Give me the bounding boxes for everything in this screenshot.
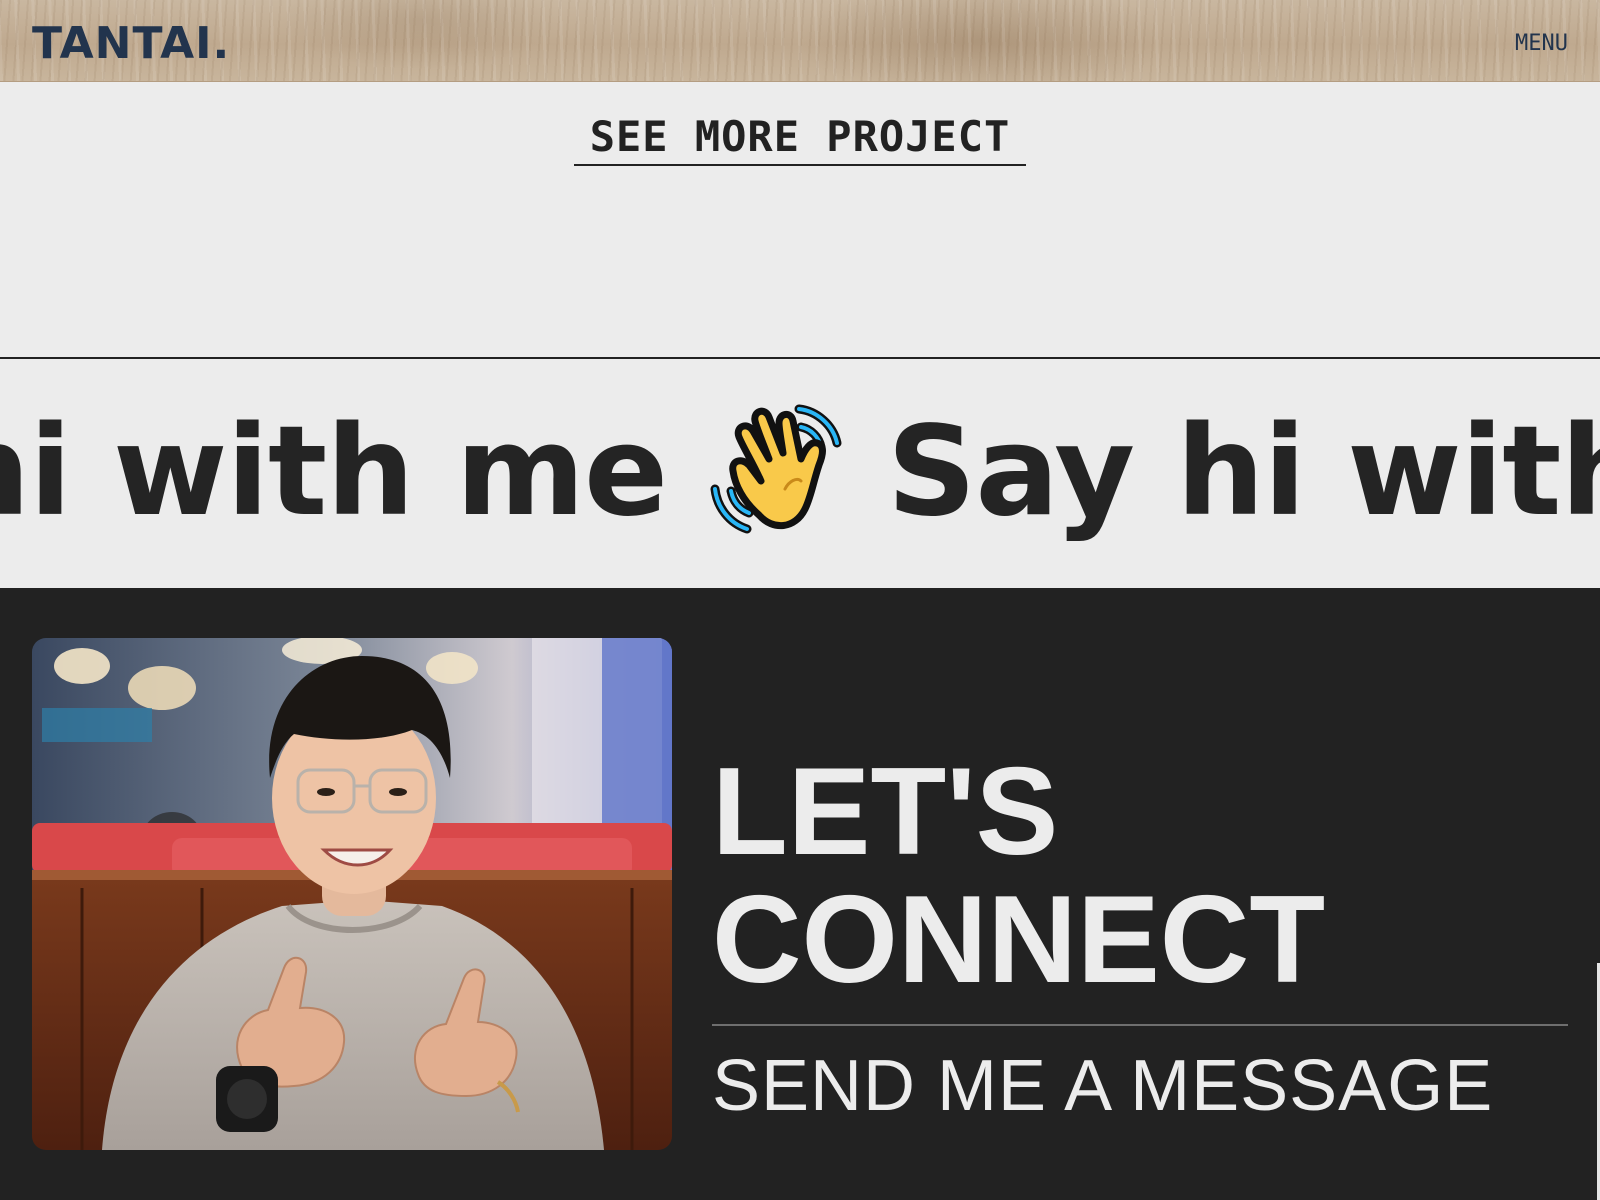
marquee-track: hi with me Say hi with m — [0, 397, 1600, 547]
say-hi-marquee: hi with me Say hi with m — [0, 359, 1600, 588]
menu-button[interactable]: MENU — [1515, 33, 1568, 55]
connect-divider — [712, 1024, 1568, 1026]
connect-heading-line1: LET'S — [712, 743, 1059, 881]
marquee-text-before: hi with me — [0, 400, 668, 544]
profile-photo — [32, 638, 672, 1150]
waving-hand-icon — [707, 397, 857, 547]
connect-section: LET'S CONNECT SEND ME A MESSAGE — [0, 588, 1600, 1200]
connect-heading-line2: CONNECT — [712, 871, 1326, 1009]
send-message-link[interactable]: SEND ME A MESSAGE — [712, 1050, 1493, 1122]
site-logo[interactable]: TANTAI. — [32, 22, 230, 66]
marquee-text-after: Say hi with m — [887, 400, 1600, 544]
connect-heading: LET'S CONNECT — [712, 748, 1325, 1004]
site-header: TANTAI. MENU — [0, 0, 1600, 82]
see-more-project-link[interactable]: SEE MORE PROJECT — [574, 113, 1026, 167]
projects-section: SEE MORE PROJECT — [0, 82, 1600, 359]
